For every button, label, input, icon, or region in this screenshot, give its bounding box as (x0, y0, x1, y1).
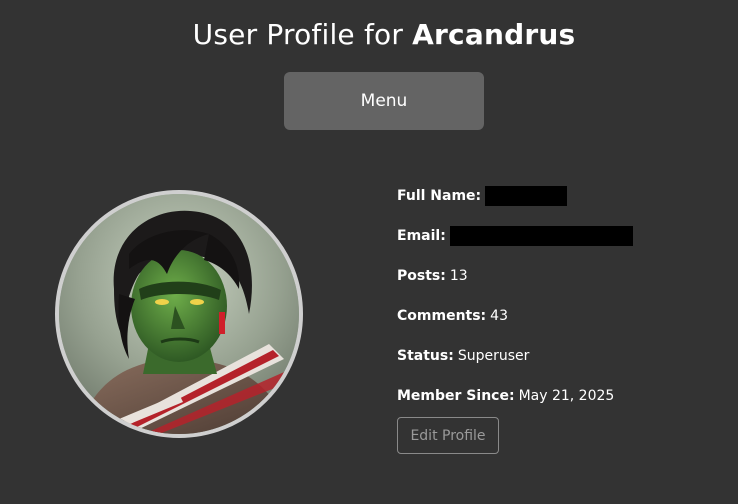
profile-details: Full Name: Email: Posts: 13 Comments: 43… (397, 176, 727, 416)
member-since-value: May 21, 2025 (518, 388, 615, 404)
title-username: Arcandrus (412, 18, 576, 51)
status-row: Status: Superuser (397, 336, 727, 376)
email-label: Email: (397, 228, 446, 244)
title-prefix: User Profile for (192, 18, 404, 51)
comments-row: Comments: 43 (397, 296, 727, 336)
posts-label: Posts: (397, 268, 446, 284)
full-name-redacted (485, 186, 568, 206)
page-title: User Profile for Arcandrus (0, 14, 738, 56)
comments-label: Comments: (397, 308, 487, 324)
member-since-row: Member Since: May 21, 2025 (397, 376, 727, 416)
avatar (55, 190, 303, 438)
posts-value: 13 (449, 268, 468, 284)
profile-page: User Profile for Arcandrus Menu Full Nam… (0, 0, 738, 504)
full-name-label: Full Name: (397, 188, 482, 204)
orc-warrior-portrait-icon (59, 194, 299, 434)
comments-value: 43 (490, 308, 508, 324)
edit-profile-button[interactable]: Edit Profile (397, 417, 499, 454)
full-name-row: Full Name: (397, 176, 727, 216)
status-value: Superuser (457, 348, 530, 364)
email-redacted (449, 226, 633, 246)
status-label: Status: (397, 348, 454, 364)
menu-button[interactable]: Menu (284, 72, 484, 130)
email-row: Email: (397, 216, 727, 256)
posts-row: Posts: 13 (397, 256, 727, 296)
member-since-label: Member Since: (397, 388, 515, 404)
